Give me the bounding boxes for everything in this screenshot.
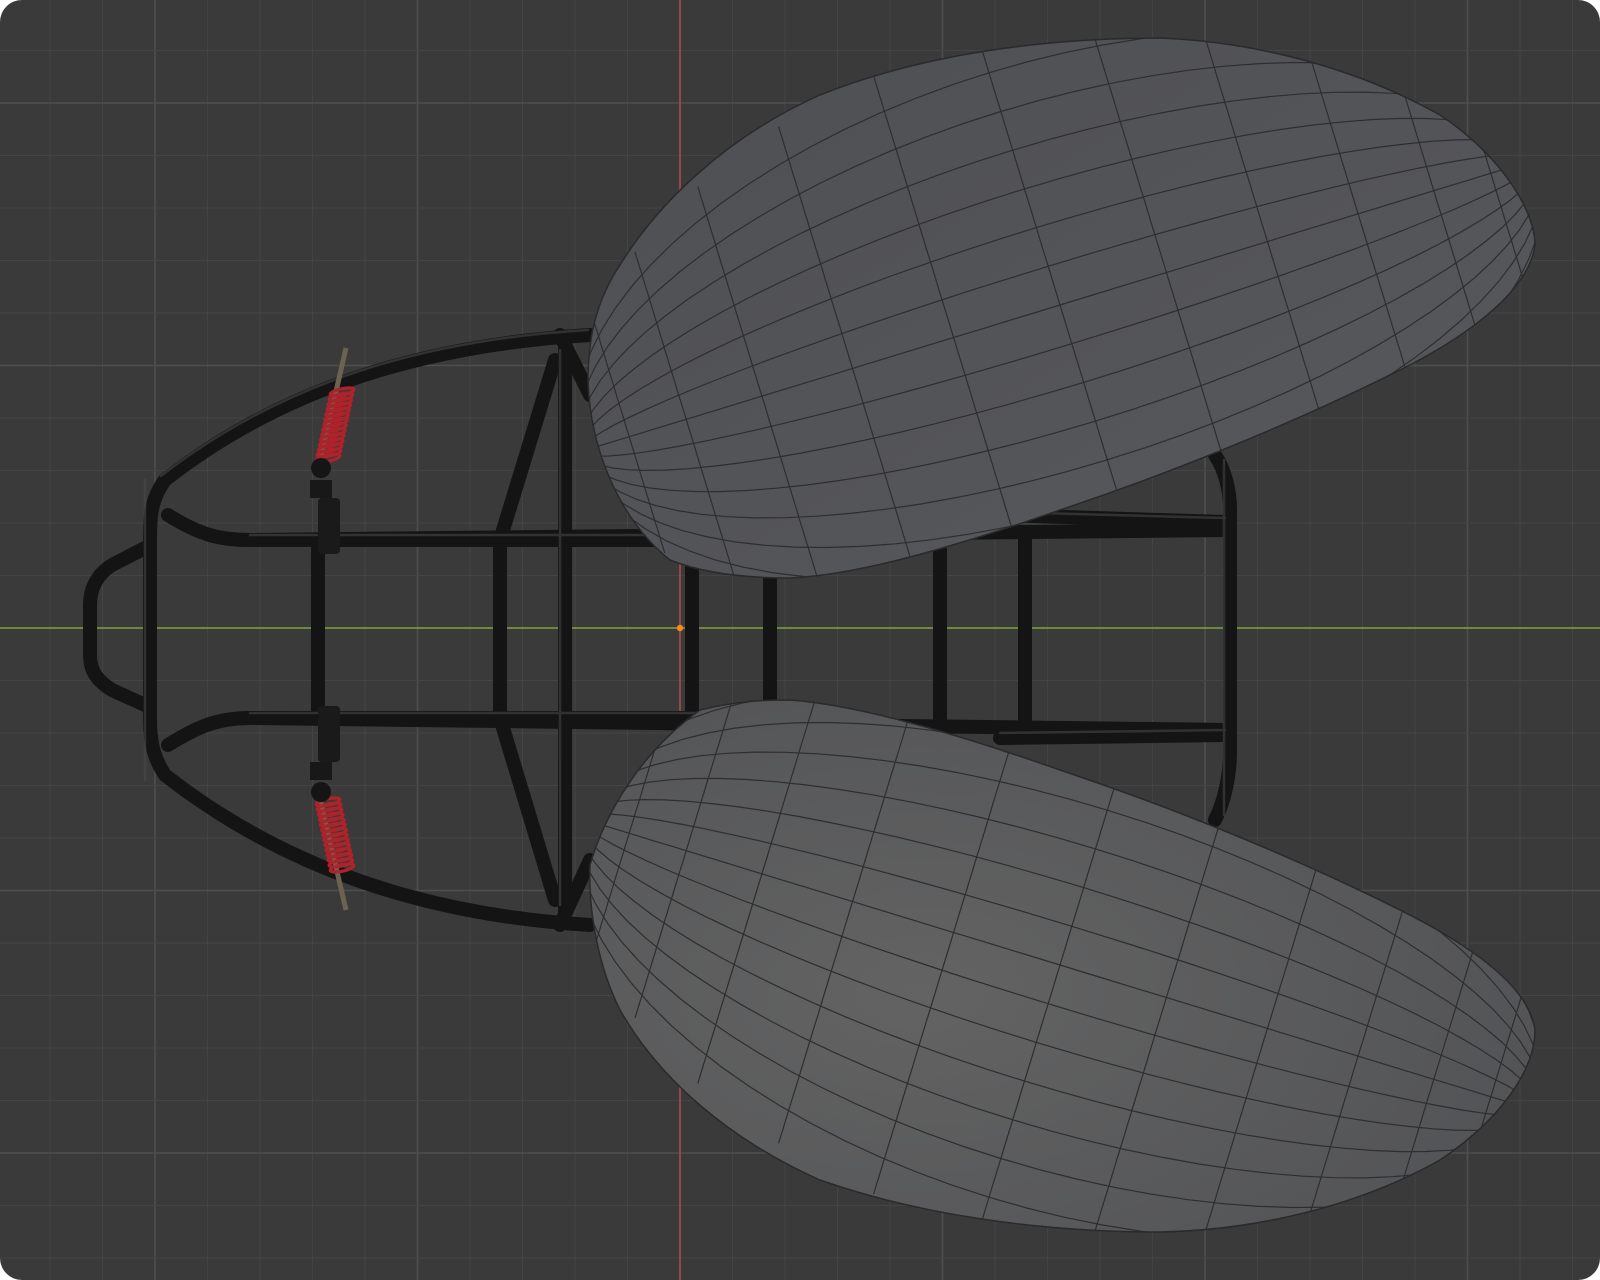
viewport-canvas[interactable] [0,0,1600,1280]
object-origin-dot[interactable] [676,624,684,632]
body-shell-lower[interactable] [576,660,1545,1270]
3d-viewport[interactable] [0,0,1600,1280]
